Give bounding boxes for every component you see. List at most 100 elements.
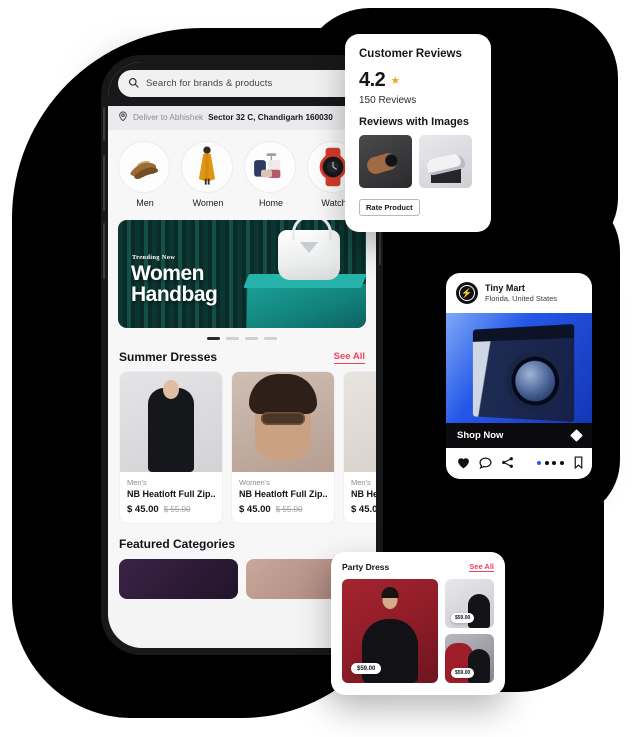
banner-title-line2: Handbag: [131, 283, 218, 306]
review-image[interactable]: [419, 135, 472, 188]
product-category: Men's: [127, 478, 147, 487]
search-input-placeholder[interactable]: Search for brands & products: [146, 78, 340, 89]
product-name: NB Heatloft Full Zip...: [239, 489, 327, 499]
washer-door-glass: [515, 360, 556, 403]
banner-pagination[interactable]: [108, 328, 376, 347]
product-card[interactable]: Men's NB Heatloft Full Zip... $ 45.00 $ …: [343, 371, 376, 524]
section-title: Summer Dresses: [119, 350, 218, 364]
bookmark-icon[interactable]: [573, 456, 584, 469]
star-icon: ★: [390, 75, 401, 87]
party-dress-grid: $59.00 $59.00 $59.00: [342, 579, 494, 683]
review-image[interactable]: [359, 135, 412, 188]
customer-reviews-title: Customer Reviews: [359, 48, 462, 60]
lightning-bolt-logo-icon: ⚡: [456, 282, 478, 304]
handbag-logo: [300, 242, 318, 253]
party-dress-title: Party Dress: [342, 562, 390, 572]
post-header: ⚡ Tiny Mart Florida, United States: [446, 273, 592, 313]
post-media-image[interactable]: [446, 313, 592, 423]
banner-pedestal: [246, 284, 366, 328]
product-category: Women's: [239, 478, 270, 487]
promo-banner[interactable]: Trending Now Women Handbag: [118, 220, 366, 328]
dress-icon: [181, 141, 233, 193]
summer-dresses-header: Summer Dresses See All: [108, 347, 376, 371]
featured-category-card[interactable]: [119, 559, 238, 599]
share-icon[interactable]: [501, 456, 514, 469]
product-card[interactable]: Men's NB Heatloft Full Zip... $ 45.00 $ …: [119, 371, 223, 524]
phone-side-button: [103, 107, 105, 141]
party-dress-main-image[interactable]: $59.00: [342, 579, 438, 683]
product-name: NB Heatloft Full Zip...: [127, 489, 215, 499]
product-price-row: $ 45.00 $ 55.00: [127, 504, 215, 515]
post-header-text: Tiny Mart Florida, United States: [485, 283, 557, 303]
diamond-icon: [570, 429, 583, 442]
party-dress-thumbnail[interactable]: $59.00: [445, 634, 494, 683]
product-carousel[interactable]: Men's NB Heatloft Full Zip... $ 45.00 $ …: [108, 371, 376, 533]
category-strip: Men Women Home Watch: [108, 130, 376, 216]
store-location: Florida, United States: [485, 294, 558, 303]
reviews-with-images-title: Reviews with Images: [359, 116, 470, 128]
product-image: [344, 372, 376, 472]
bolt-glyph: ⚡: [461, 287, 473, 298]
sandals-icon: [118, 141, 170, 193]
product-info: Women's NB Heatloft Full Zip... $ 45.00 …: [232, 472, 334, 523]
product-info: Men's NB Heatloft Full Zip... $ 45.00 $ …: [120, 472, 222, 523]
see-all-link[interactable]: See All: [333, 351, 365, 364]
category-item-men[interactable]: Men: [118, 141, 172, 208]
model-head: [163, 380, 179, 399]
model-gown-shape: [468, 649, 490, 683]
pagination-dot[interactable]: [544, 460, 549, 465]
delivery-address-value: Sector 32 C, Chandigarh 160030: [208, 113, 333, 122]
post-pagination-dots[interactable]: [537, 460, 564, 465]
comment-icon[interactable]: [479, 457, 492, 469]
app-header: Search for brands & products: [108, 62, 376, 106]
heart-icon[interactable]: [457, 457, 470, 469]
post-actions-bar: [446, 448, 592, 479]
pagination-dash[interactable]: [264, 337, 277, 340]
category-label: Men: [136, 198, 154, 208]
luggage-icon: [244, 141, 296, 193]
product-old-price: $ 55.00: [275, 505, 303, 514]
pagination-dash[interactable]: [207, 337, 220, 340]
rate-product-button[interactable]: Rate Product: [359, 199, 420, 216]
store-name: Tiny Mart: [485, 283, 525, 293]
pagination-dash[interactable]: [245, 337, 258, 340]
model-hair: [249, 374, 317, 414]
category-item-women[interactable]: Women: [181, 141, 235, 208]
banner-title: Women Handbag: [131, 262, 218, 306]
search-bar[interactable]: Search for brands & products: [118, 70, 366, 97]
washing-machine-shape: [472, 324, 575, 422]
category-item-home[interactable]: Home: [244, 141, 298, 208]
pagination-dash[interactable]: [226, 337, 239, 340]
price-pill: $59.00: [451, 613, 475, 623]
party-dress-card: Party Dress See All $59.00 $59.00 $59.00: [331, 552, 505, 695]
product-name: NB Heatloft Full Zip...: [351, 489, 376, 499]
phone-volume-up-button: [103, 155, 105, 211]
promo-banner-wrapper: Trending Now Women Handbag: [108, 216, 376, 328]
product-image: [232, 372, 334, 472]
see-all-link[interactable]: See All: [469, 562, 494, 572]
pagination-dot[interactable]: [559, 460, 564, 465]
shop-now-bar[interactable]: Shop Now: [446, 423, 592, 448]
phone-volume-down-button: [103, 223, 105, 279]
price-pill: $59.00: [451, 668, 475, 678]
pagination-dot[interactable]: [537, 460, 541, 465]
tiny-mart-post-card: ⚡ Tiny Mart Florida, United States Shop …: [446, 273, 592, 479]
category-label: Women: [192, 198, 224, 208]
rating-row: 4.2 ★: [359, 69, 477, 92]
party-dress-thumbnails: $59.00 $59.00: [445, 579, 494, 683]
price-pill: $59.00: [351, 663, 382, 674]
composition-stage: Search for brands & products Deliver to …: [0, 0, 634, 737]
sunglasses-icon: [261, 412, 305, 425]
product-image: [120, 372, 222, 472]
handbag-product-image: [278, 220, 340, 280]
review-image-list: [359, 135, 477, 188]
pagination-dot[interactable]: [552, 460, 556, 465]
washer-top-panel: [472, 324, 575, 342]
male-model-silhouette: [148, 388, 194, 472]
party-dress-thumbnail[interactable]: $59.00: [445, 579, 494, 628]
watch-face-shape: [385, 154, 398, 167]
delivery-address-bar[interactable]: Deliver to Abhishek Sector 32 C, Chandig…: [108, 106, 376, 130]
product-card[interactable]: Women's NB Heatloft Full Zip... $ 45.00 …: [231, 371, 335, 524]
delivery-address-prefix: Deliver to Abhishek: [133, 113, 204, 122]
banner-title-line1: Women: [131, 262, 204, 285]
